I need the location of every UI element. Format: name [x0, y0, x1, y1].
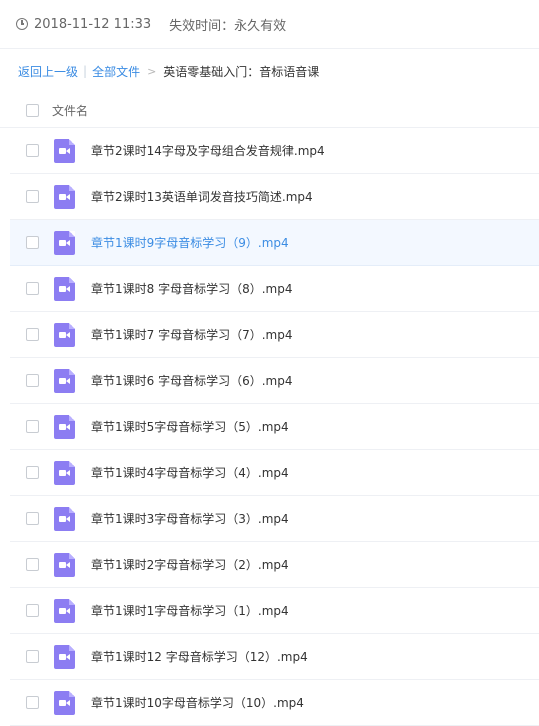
file-row[interactable]: 章节1课时1字母音标学习（1）.mp4 [10, 588, 539, 634]
file-row[interactable]: 章节1课时4字母音标学习（4）.mp4 [10, 450, 539, 496]
file-name-link[interactable]: 章节1课时2字母音标学习（2）.mp4 [91, 556, 289, 573]
file-name-link[interactable]: 章节1课时8 字母音标学习（8）.mp4 [91, 280, 292, 297]
camera-glyph [59, 515, 70, 522]
file-row[interactable]: 章节1课时9字母音标学习（9）.mp4 [10, 220, 539, 266]
file-checkbox[interactable] [26, 512, 39, 525]
expire-text: 失效时间：永久有效 [169, 18, 287, 34]
file-row[interactable]: 章节2课时13英语单词发音技巧简述.mp4 [10, 174, 539, 220]
camera-glyph [59, 607, 70, 614]
camera-glyph [59, 239, 70, 246]
file-name-link[interactable]: 章节1课时4字母音标学习（4）.mp4 [91, 464, 289, 481]
file-row[interactable]: 章节1课时3字母音标学习（3）.mp4 [10, 496, 539, 542]
video-file-icon [54, 598, 75, 623]
share-info-bar: 2018-11-12 11:33 失效时间：永久有效 [0, 0, 539, 49]
breadcrumb-separator: > [147, 64, 157, 78]
file-row[interactable]: 章节1课时10字母音标学习（10）.mp4 [10, 680, 539, 726]
file-checkbox[interactable] [26, 420, 39, 433]
file-name-link[interactable]: 章节1课时12 字母音标学习（12）.mp4 [91, 648, 308, 665]
file-row[interactable]: 章节1课时6 字母音标学习（6）.mp4 [10, 358, 539, 404]
camera-glyph [59, 423, 70, 430]
file-name-link[interactable]: 章节2课时13英语单词发音技巧简述.mp4 [91, 188, 313, 205]
file-checkbox[interactable] [26, 604, 39, 617]
breadcrumb: 返回上一级 | 全部文件 > 英语零基础入门：音标语音课 [0, 49, 539, 93]
camera-glyph [59, 285, 70, 292]
video-file-icon [54, 138, 75, 163]
all-files-link[interactable]: 全部文件 [92, 63, 140, 80]
file-row[interactable]: 章节2课时14字母及字母组合发音规律.mp4 [10, 128, 539, 174]
file-checkbox[interactable] [26, 282, 39, 295]
back-link[interactable]: 返回上一级 [18, 63, 78, 80]
select-all-checkbox[interactable] [26, 103, 39, 117]
camera-glyph [59, 331, 70, 338]
video-file-icon [54, 276, 75, 301]
file-row[interactable]: 章节1课时5字母音标学习（5）.mp4 [10, 404, 539, 450]
clock-icon [16, 18, 28, 30]
file-name-link[interactable]: 章节1课时7 字母音标学习（7）.mp4 [91, 326, 292, 343]
file-checkbox[interactable] [26, 144, 39, 157]
file-checkbox[interactable] [26, 190, 39, 203]
file-checkbox[interactable] [26, 328, 39, 341]
file-checkbox[interactable] [26, 374, 39, 387]
camera-glyph [59, 193, 70, 200]
file-name-link[interactable]: 章节1课时1字母音标学习（1）.mp4 [91, 602, 289, 619]
camera-glyph [59, 147, 70, 154]
file-name-link[interactable]: 章节1课时6 字母音标学习（6）.mp4 [91, 372, 292, 389]
video-file-icon [54, 690, 75, 715]
filename-column-header: 文件名 [52, 103, 89, 118]
file-list-header: 文件名 [0, 93, 539, 128]
video-file-icon [54, 552, 75, 577]
file-name-link[interactable]: 章节1课时5字母音标学习（5）.mp4 [91, 418, 289, 435]
file-checkbox[interactable] [26, 650, 39, 663]
file-name-link[interactable]: 章节1课时9字母音标学习（9）.mp4 [91, 234, 289, 251]
video-file-icon [54, 506, 75, 531]
file-checkbox[interactable] [26, 558, 39, 571]
video-file-icon [54, 644, 75, 669]
camera-glyph [59, 699, 70, 706]
video-file-icon [54, 414, 75, 439]
camera-glyph [59, 469, 70, 476]
file-row[interactable]: 章节1课时2字母音标学习（2）.mp4 [10, 542, 539, 588]
share-date: 2018-11-12 11:33 [34, 16, 152, 32]
file-list: 章节2课时14字母及字母组合发音规律.mp4 章节2课时13英语单词发音技巧简述.… [0, 128, 539, 726]
file-name-link[interactable]: 章节1课时10字母音标学习（10）.mp4 [91, 694, 304, 711]
camera-glyph [59, 653, 70, 660]
file-row[interactable]: 章节1课时12 字母音标学习（12）.mp4 [10, 634, 539, 680]
video-file-icon [54, 322, 75, 347]
file-row[interactable]: 章节1课时8 字母音标学习（8）.mp4 [10, 266, 539, 312]
file-checkbox[interactable] [26, 236, 39, 249]
file-name-link[interactable]: 章节2课时14字母及字母组合发音规律.mp4 [91, 142, 325, 159]
camera-glyph [59, 377, 70, 384]
video-file-icon [54, 230, 75, 255]
breadcrumb-divider: | [83, 64, 88, 78]
file-name-link[interactable]: 章节1课时3字母音标学习（3）.mp4 [91, 510, 289, 527]
file-checkbox[interactable] [26, 696, 39, 709]
video-file-icon [54, 368, 75, 393]
file-checkbox[interactable] [26, 466, 39, 479]
video-file-icon [54, 460, 75, 485]
camera-glyph [59, 561, 70, 568]
current-folder: 英语零基础入门：音标语音课 [163, 64, 320, 79]
video-file-icon [54, 184, 75, 209]
file-row[interactable]: 章节1课时7 字母音标学习（7）.mp4 [10, 312, 539, 358]
